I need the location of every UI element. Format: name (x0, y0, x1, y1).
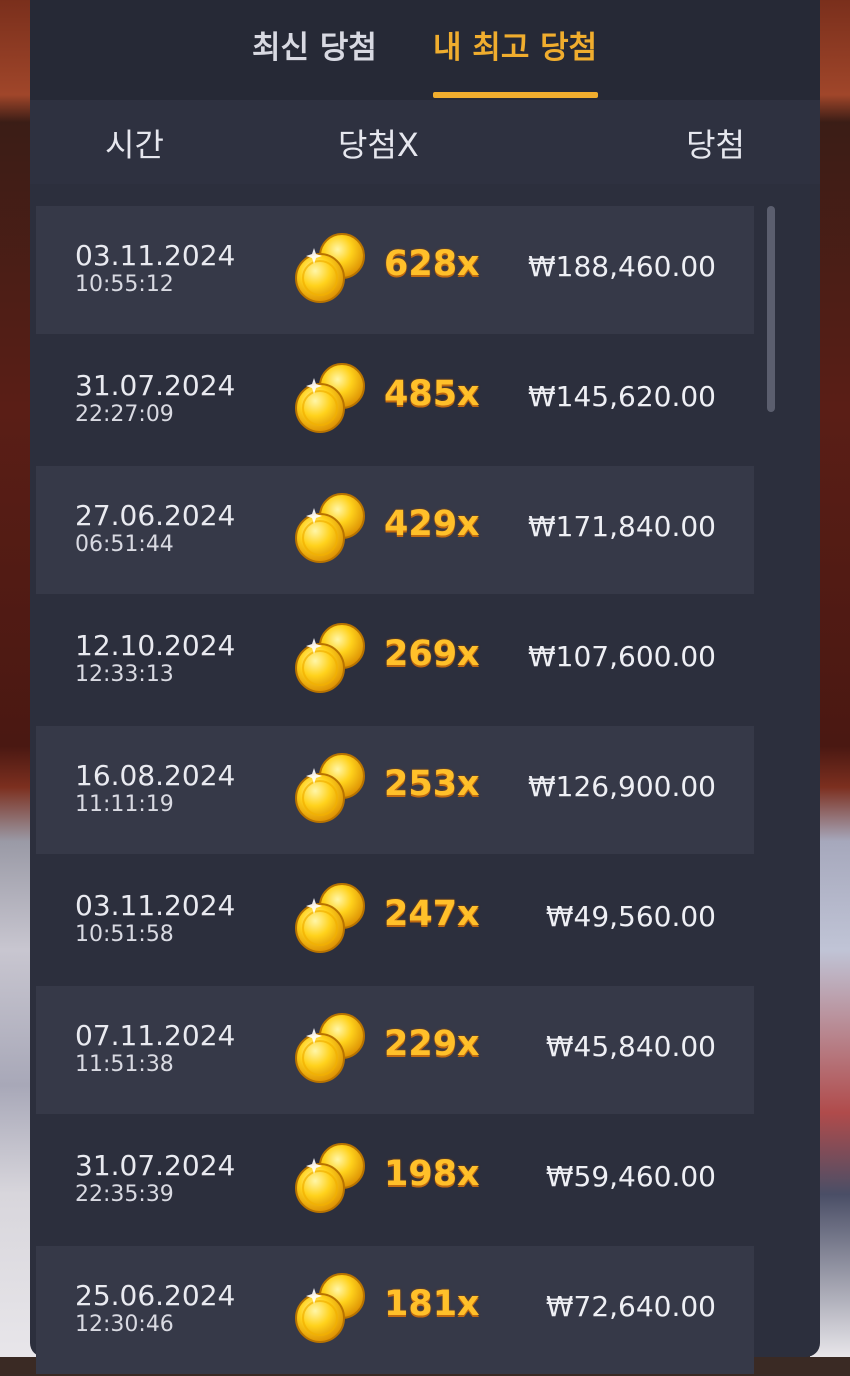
table-row[interactable]: 07.11.2024 11:51:38 229x ₩45,840.00 (36, 986, 754, 1114)
row-time: 11:51:38 (75, 1052, 174, 1077)
row-date: 12.10.2024 (75, 629, 236, 662)
column-header-time: 시간 (105, 126, 164, 164)
row-multiplier: 485x (384, 374, 480, 414)
row-time: 06:51:44 (75, 532, 174, 557)
row-amount: ₩126,900.00 (527, 770, 716, 803)
active-tab-indicator (433, 92, 598, 98)
row-multiplier: 198x (384, 1154, 480, 1194)
row-date: 31.07.2024 (75, 369, 236, 402)
row-date: 27.06.2024 (75, 499, 236, 532)
column-header-win: 당첨 (686, 126, 745, 164)
row-multiplier: 181x (384, 1284, 480, 1324)
gold-coins-icon (295, 623, 365, 693)
row-multiplier: 429x (384, 504, 480, 544)
row-amount: ₩72,640.00 (545, 1290, 716, 1323)
table-header: 시간 당첨X 당첨 (30, 100, 820, 184)
wins-list[interactable]: 03.11.2024 10:55:12 628x ₩188,460.00 31.… (36, 206, 754, 1376)
gold-coins-icon (295, 1273, 365, 1343)
gold-coins-icon (295, 753, 365, 823)
row-date: 03.11.2024 (75, 239, 236, 272)
tab-recent-wins[interactable]: 최신 당첨 (252, 22, 377, 67)
gold-coins-icon (295, 883, 365, 953)
row-multiplier: 269x (384, 634, 480, 674)
row-amount: ₩49,560.00 (545, 900, 716, 933)
row-amount: ₩188,460.00 (527, 250, 716, 283)
row-multiplier: 628x (384, 244, 480, 284)
row-amount: ₩145,620.00 (527, 380, 716, 413)
row-multiplier: 247x (384, 894, 480, 934)
table-row[interactable]: 03.11.2024 10:55:12 628x ₩188,460.00 (36, 206, 754, 334)
column-header-multiplier: 당첨X (338, 126, 419, 164)
row-multiplier: 253x (384, 764, 480, 804)
row-multiplier: 229x (384, 1024, 480, 1064)
row-time: 22:35:39 (75, 1182, 174, 1207)
gold-coins-icon (295, 233, 365, 303)
gold-coins-icon (295, 1013, 365, 1083)
row-time: 12:30:46 (75, 1312, 174, 1337)
row-time: 22:27:09 (75, 402, 174, 427)
row-time: 11:11:19 (75, 792, 174, 817)
gold-coins-icon (295, 1143, 365, 1213)
row-time: 10:55:12 (75, 272, 174, 297)
table-row[interactable]: 31.07.2024 22:35:39 198x ₩59,460.00 (36, 1116, 754, 1244)
gold-coins-icon (295, 493, 365, 563)
row-amount: ₩107,600.00 (527, 640, 716, 673)
table-row[interactable]: 25.06.2024 12:30:46 181x ₩72,640.00 (36, 1246, 754, 1374)
table-row[interactable]: 03.11.2024 10:51:58 247x ₩49,560.00 (36, 856, 754, 984)
table-row[interactable]: 12.10.2024 12:33:13 269x ₩107,600.00 (36, 596, 754, 724)
row-amount: ₩171,840.00 (527, 510, 716, 543)
table-row[interactable]: 16.08.2024 11:11:19 253x ₩126,900.00 (36, 726, 754, 854)
table-row[interactable]: 31.07.2024 22:27:09 485x ₩145,620.00 (36, 336, 754, 464)
row-time: 12:33:13 (75, 662, 174, 687)
row-date: 03.11.2024 (75, 889, 236, 922)
row-date: 16.08.2024 (75, 759, 236, 792)
row-date: 07.11.2024 (75, 1019, 236, 1052)
row-date: 31.07.2024 (75, 1149, 236, 1182)
scrollbar[interactable] (767, 206, 775, 412)
tab-my-best-wins[interactable]: 내 최고 당첨 (433, 22, 597, 67)
row-amount: ₩59,460.00 (545, 1160, 716, 1193)
row-time: 10:51:58 (75, 922, 174, 947)
tab-bar: 최신 당첨 내 최고 당첨 (30, 0, 820, 100)
gold-coins-icon (295, 363, 365, 433)
table-row[interactable]: 27.06.2024 06:51:44 429x ₩171,840.00 (36, 466, 754, 594)
row-amount: ₩45,840.00 (545, 1030, 716, 1063)
row-date: 25.06.2024 (75, 1279, 236, 1312)
